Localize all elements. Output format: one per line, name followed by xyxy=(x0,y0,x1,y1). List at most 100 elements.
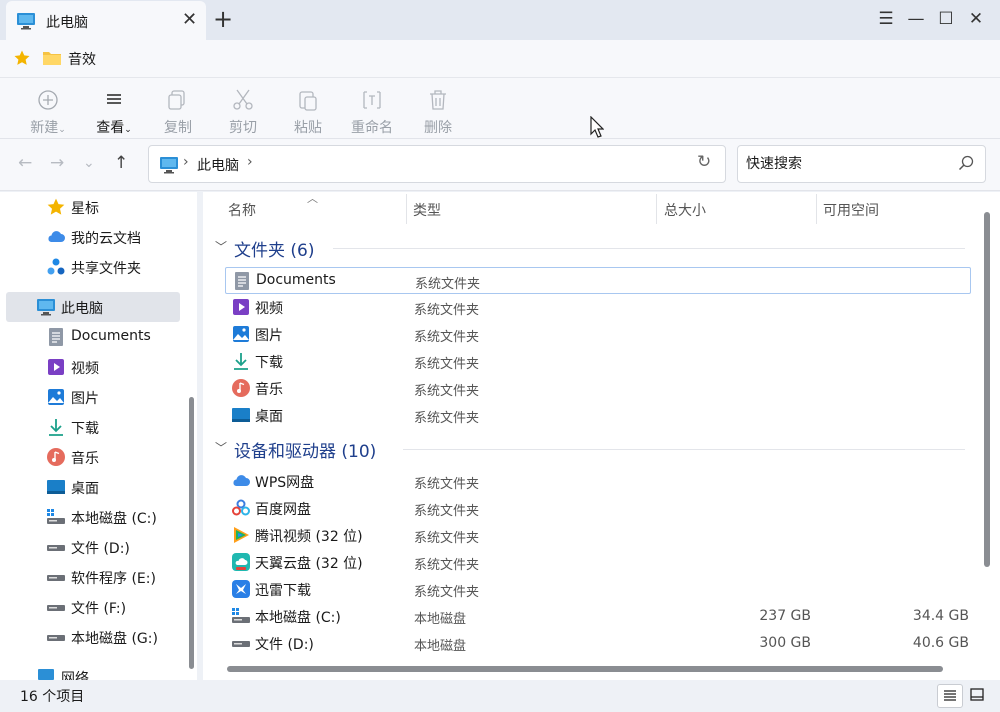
status-bar: 16 个项目 xyxy=(0,680,1000,712)
table-row[interactable]: 下载 系统文件夹 xyxy=(225,348,971,375)
group-header-devices-drives[interactable]: ﹀ 设备和驱动器 (10) xyxy=(215,437,965,462)
sidebar-item-cloud-docs[interactable]: 我的云文档 xyxy=(6,222,180,252)
favorite-label: 音效 xyxy=(68,52,96,68)
address-row: ← → ⌄ ↑ › 此电脑 › ↻ xyxy=(0,139,1000,191)
breadcrumb-separator[interactable]: › xyxy=(247,154,253,170)
table-row[interactable]: 文件 (D:) 本地磁盘 300 GB 40.6 GB xyxy=(225,630,971,657)
document-icon xyxy=(46,327,66,347)
computer-icon xyxy=(159,156,179,178)
rename-icon xyxy=(360,88,384,112)
table-row[interactable]: 本地磁盘 (C:) 本地磁盘 237 GB 34.4 GB xyxy=(225,603,971,630)
table-row[interactable]: Documents 系统文件夹 xyxy=(225,267,971,294)
sidebar-item-videos[interactable]: 视频 xyxy=(6,352,180,382)
favorites-bar: 音效 xyxy=(0,40,1000,78)
table-row[interactable]: 腾讯视频 (32 位) 系统文件夹 xyxy=(225,522,971,549)
sidebar-item-drive-g[interactable]: 本地磁盘 (G:) xyxy=(6,622,180,652)
search-box[interactable] xyxy=(737,145,986,183)
row-type: 系统文件夹 xyxy=(414,411,480,426)
table-row[interactable]: 百度网盘 系统文件夹 xyxy=(225,495,971,522)
rename-button[interactable]: 重命名 xyxy=(342,86,402,136)
column-divider[interactable] xyxy=(816,194,817,224)
table-row[interactable]: WPS网盘 系统文件夹 xyxy=(225,468,971,495)
refresh-icon[interactable]: ↻ xyxy=(697,152,711,172)
view-button[interactable]: 查看⌄ xyxy=(84,86,144,136)
sidebar-item-this-pc[interactable]: 此电脑 xyxy=(6,292,180,322)
table-row[interactable]: 天翼云盘 (32 位) 系统文件夹 xyxy=(225,549,971,576)
cut-button[interactable]: 剪切 xyxy=(213,86,273,136)
sidebar-item-starred[interactable]: 星标 xyxy=(6,192,180,222)
column-header-total-size[interactable]: 总大小 xyxy=(664,200,706,220)
navigation-pane: 星标 我的云文档 共享文件夹 此电脑 Documents 视频 图片 下载 音乐… xyxy=(0,192,197,680)
address-bar[interactable]: › 此电脑 › ↻ xyxy=(148,145,726,183)
sidebar-item-drive-e[interactable]: 软件程序 (E:) xyxy=(6,562,180,592)
view-lines-icon xyxy=(102,88,126,112)
sidebar-item-drive-d[interactable]: 文件 (D:) xyxy=(6,532,180,562)
sidebar-item-label: 软件程序 (E:) xyxy=(71,571,156,587)
new-tab-button[interactable]: + xyxy=(213,6,233,32)
tab-this-pc[interactable]: 此电脑 ✕ xyxy=(6,1,206,40)
sidebar-scrollbar[interactable] xyxy=(189,397,194,669)
chevron-down-icon: ﹀ xyxy=(215,240,228,254)
column-header-free-space[interactable]: 可用空间 xyxy=(823,200,879,220)
copy-button[interactable]: 复制 xyxy=(148,86,208,136)
sidebar-item-drive-c[interactable]: 本地磁盘 (C:) xyxy=(6,502,180,532)
forward-button[interactable]: → xyxy=(50,153,64,173)
paste-label: 粘贴 xyxy=(294,120,322,136)
sidebar-item-label: 星标 xyxy=(71,201,99,217)
table-row[interactable]: 桌面 系统文件夹 xyxy=(225,402,971,429)
column-divider[interactable] xyxy=(406,194,407,224)
sidebar-item-shared-folder[interactable]: 共享文件夹 xyxy=(6,252,180,282)
sidebar-item-label: 本地磁盘 (G:) xyxy=(71,631,158,647)
table-row[interactable]: 视频 系统文件夹 xyxy=(225,294,971,321)
column-header-type[interactable]: 类型 xyxy=(413,200,441,220)
row-type: 系统文件夹 xyxy=(414,531,480,546)
column-header-name[interactable]: 名称 xyxy=(228,200,256,220)
table-row[interactable]: 图片 系统文件夹 xyxy=(225,321,971,348)
computer-icon xyxy=(36,297,56,317)
tab-close-icon[interactable]: ✕ xyxy=(182,9,197,30)
delete-button[interactable]: 删除 xyxy=(408,86,468,136)
sidebar-item-downloads[interactable]: 下载 xyxy=(6,412,180,442)
search-icon[interactable] xyxy=(958,155,974,175)
sidebar-item-documents[interactable]: Documents xyxy=(6,322,180,352)
chevron-down-icon: ﹀ xyxy=(215,441,228,455)
row-type: 系统文件夹 xyxy=(414,357,480,372)
minimize-button[interactable]: — xyxy=(904,7,928,31)
group-header-folders[interactable]: ﹀ 文件夹 (6) xyxy=(215,236,965,261)
sidebar-item-desktop[interactable]: 桌面 xyxy=(6,472,180,502)
new-button[interactable]: 新建⌄ xyxy=(18,86,78,136)
horizontal-scrollbar[interactable] xyxy=(227,666,943,672)
column-divider[interactable] xyxy=(656,194,657,224)
recent-locations-button[interactable]: ⌄ xyxy=(83,153,95,173)
back-button[interactable]: ← xyxy=(18,153,32,173)
breadcrumb-separator[interactable]: › xyxy=(183,154,189,170)
item-count: 16 个项目 xyxy=(20,689,85,705)
sidebar-item-pictures[interactable]: 图片 xyxy=(6,382,180,412)
command-bar: 新建⌄ 查看⌄ 复制 剪切 粘贴 重命名 删除 xyxy=(0,78,1000,139)
breadcrumb-this-pc[interactable]: 此电脑 xyxy=(197,155,239,175)
maximize-button[interactable]: ☐ xyxy=(934,7,958,31)
search-input[interactable] xyxy=(746,154,946,174)
row-name: 天翼云盘 (32 位) xyxy=(255,556,363,572)
video-icon xyxy=(231,297,251,317)
vertical-scrollbar[interactable] xyxy=(984,212,990,567)
document-icon xyxy=(232,271,252,291)
sidebar-item-music[interactable]: 音乐 xyxy=(6,442,180,472)
table-row[interactable]: 迅雷下载 系统文件夹 xyxy=(225,576,971,603)
details-view-button[interactable] xyxy=(937,684,963,708)
row-name: 音乐 xyxy=(255,382,283,398)
window-close-button[interactable]: ✕ xyxy=(964,7,988,31)
menu-button[interactable]: ☰ xyxy=(874,7,898,31)
table-row[interactable]: 音乐 系统文件夹 xyxy=(225,375,971,402)
network-icon xyxy=(36,667,56,680)
up-button[interactable]: ↑ xyxy=(114,153,128,173)
paste-button[interactable]: 粘贴 xyxy=(278,86,338,136)
sidebar-item-label: 下载 xyxy=(71,421,99,437)
drive-icon xyxy=(46,627,66,647)
row-name: 视频 xyxy=(255,301,283,317)
large-icons-view-button[interactable] xyxy=(965,684,991,708)
copy-icon xyxy=(166,88,190,112)
sidebar-item-drive-f[interactable]: 文件 (F:) xyxy=(6,592,180,622)
star-icon[interactable] xyxy=(13,49,31,71)
sidebar-item-network[interactable]: 网络 xyxy=(6,662,180,680)
